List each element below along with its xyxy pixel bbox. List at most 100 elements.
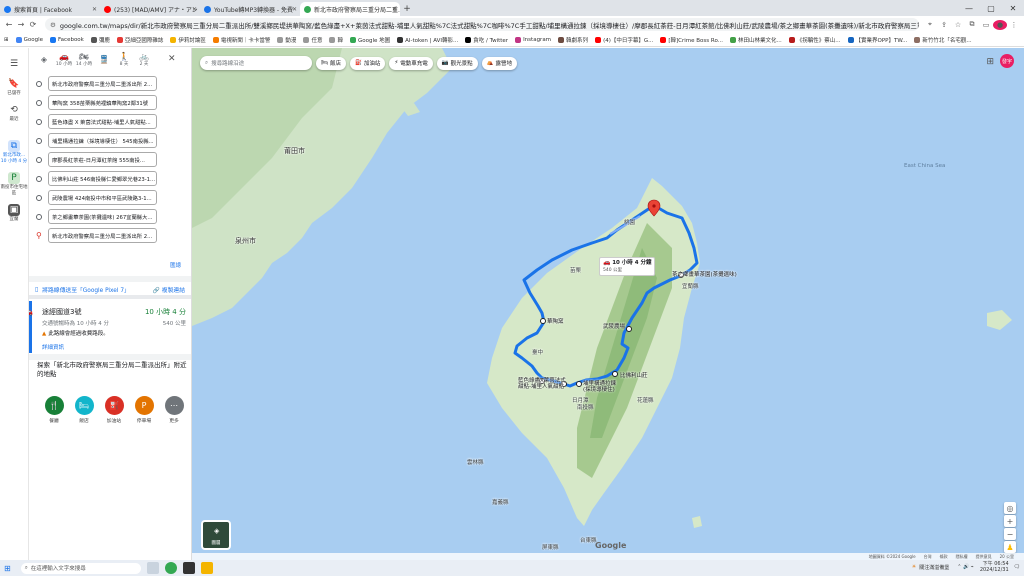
chrome-icon[interactable] — [164, 562, 177, 574]
bookmark[interactable]: 林田山林業文化... — [730, 36, 782, 44]
send-to-phone-link[interactable]: 將路線傳送至「Google Pixel 7」 — [42, 285, 130, 294]
chip-hotels[interactable]: 🛏 飯店 — [316, 56, 346, 70]
route-option[interactable]: 🚗 途經國道3號 10 小時 4 分 交通號暢時為 10 小時 4 分 540 公里… — [29, 301, 191, 353]
scale-label[interactable]: 20 公里 — [1000, 554, 1014, 560]
reload-icon[interactable]: ⟳ — [27, 20, 39, 29]
location-icon[interactable]: ⌖ — [923, 20, 937, 29]
chip-attractions[interactable]: 📷 觀光景點 — [436, 56, 478, 70]
add-stop-link[interactable]: 匯總 — [170, 261, 181, 269]
category-gas-stations[interactable]: ⛽ 加油站 — [99, 396, 129, 424]
back-icon[interactable]: ← — [3, 20, 15, 29]
bookmark-star-icon[interactable]: ☆ — [951, 21, 965, 29]
menu-kebab-icon[interactable]: ⋮ — [1007, 21, 1021, 29]
privacy-link[interactable]: 隱私權 — [956, 554, 968, 560]
bookmark[interactable]: 【實業界OPP】TW... — [847, 36, 907, 44]
rail-saved-button[interactable]: 🔖 已儲存 — [0, 78, 28, 96]
layers-button[interactable]: ◈ 圖層 — [201, 520, 231, 550]
waypoint-input[interactable]: 華陶窯 358苗栗縣苑裡鎮華陶窯2鄰31號 — [48, 95, 157, 110]
terms-link[interactable]: 條款 — [940, 554, 948, 560]
windows-start-icon[interactable]: ⊞ — [4, 564, 11, 573]
category-more[interactable]: ⋯ 更多 — [159, 396, 189, 424]
mode-motorcycle[interactable]: 🏍 14 小時 — [74, 52, 94, 67]
rail-recent-place[interactable]: ▣ 宜蘭 — [0, 204, 28, 222]
waypoint-input[interactable]: 摩郡長紅茶莊-日月潭紅茶館 555南投... — [48, 152, 157, 167]
route-details-link[interactable]: 詳細資訊 — [42, 343, 186, 351]
rail-recent-place[interactable]: P 南投市住宅地區 — [0, 172, 28, 196]
browser-tab-active[interactable]: 新北市政府警察局三重分局二重... ✕ — [300, 2, 400, 16]
close-directions-icon[interactable]: ✕ — [168, 54, 176, 64]
waypoint-input[interactable]: 武陵農場 424南投中市和平區武陵路3-1... — [48, 190, 157, 205]
category-hotels[interactable]: 🛏 飯店 — [69, 396, 99, 424]
bookmark[interactable]: 伊莉討論區 — [170, 36, 206, 44]
waypoint-input[interactable]: 新北市政府警察局三重分局二重派出所 2... — [48, 76, 157, 91]
bookmark[interactable]: [韓]Crime Boss Ro... — [660, 36, 723, 44]
bookmark[interactable]: 貪吃 / Twitter — [465, 36, 508, 44]
bookmark[interactable]: AI-token | AVI轉影... — [397, 36, 458, 44]
close-tab-icon[interactable]: ✕ — [392, 6, 397, 13]
bookmark-folder[interactable]: 韓 — [329, 36, 343, 44]
bookmark[interactable]: 韓劇系列 — [558, 36, 588, 44]
zoom-out-button[interactable]: − — [1004, 528, 1016, 540]
attribution-region[interactable]: 台灣 — [924, 554, 932, 560]
minimize-button[interactable]: — — [958, 0, 980, 16]
close-window-button[interactable]: ✕ — [1002, 0, 1024, 16]
copy-link-button[interactable]: 🔗 複製連結 — [153, 285, 185, 294]
chip-gas-stations[interactable]: ⛽ 加油站 — [350, 56, 386, 70]
url-bar[interactable]: ⚙ google.com.tw/maps/dir/新北市政府警察局三重分局二重派出… — [45, 18, 919, 31]
bookmark[interactable]: 電視新聞｜卡卡當警 — [212, 36, 270, 44]
account-avatar[interactable]: 發宇 — [1000, 54, 1014, 68]
rail-recent-button[interactable]: ⟲ 最近 — [0, 104, 28, 122]
mode-transit[interactable]: 🚆 — [94, 55, 114, 64]
bookmark[interactable]: Facebook — [50, 36, 84, 43]
close-tab-icon[interactable]: ✕ — [192, 6, 197, 13]
bookmark[interactable]: 新竹竹北「名宅觀... — [914, 36, 972, 44]
share-icon[interactable]: ⇪ — [937, 21, 951, 29]
clock[interactable]: 下午 06:54 2024/12/31 — [980, 561, 1009, 573]
bookmark-folder[interactable]: 任意 — [303, 36, 322, 44]
profile-avatar[interactable]: ● — [993, 19, 1007, 30]
pegman-button[interactable]: ♟ — [1004, 541, 1016, 553]
notification-icon[interactable]: 🗨 — [1014, 564, 1020, 570]
zoom-in-button[interactable]: + — [1004, 515, 1016, 527]
tray-icons[interactable]: ⌃ 🔊 ⌁ — [957, 564, 974, 570]
waypoint-input[interactable]: 比佛利山莊 546南投縣仁愛鄉翠光巷23-1... — [48, 171, 157, 186]
chip-campgrounds[interactable]: ⛺ 露營地 — [481, 56, 518, 70]
mode-walking[interactable]: 🚶 8 天 — [114, 52, 134, 67]
chip-ev-charging[interactable]: ⚡ 電動車充電 — [389, 56, 433, 70]
weather-text[interactable]: 關注滿溢備堡 — [919, 564, 949, 571]
browser-tab[interactable]: YouTube轉MP3轉換器 - 免費 ✕ — [200, 2, 300, 16]
my-location-button[interactable]: ◎ — [1004, 502, 1016, 514]
bookmark[interactable]: 彌鹿 — [90, 36, 110, 44]
bookmark[interactable]: Google — [15, 36, 43, 43]
search-along-route[interactable]: ⌕ 搜尋路線沿途 — [200, 56, 312, 70]
bookmark[interactable]: 亞細亞國際雜誌 — [116, 36, 163, 44]
browser-tab[interactable]: (253) [MAD/AMV] アナ・アン ✕ — [100, 2, 200, 16]
category-restaurants[interactable]: 🍴 餐廳 — [39, 396, 69, 424]
browser-tab[interactable]: 搜索首頁 | Facebook ✕ — [0, 2, 100, 16]
file-explorer-icon[interactable] — [200, 562, 213, 574]
rail-menu-button[interactable]: ☰ — [0, 58, 28, 70]
feedback-link[interactable]: 提供意見 — [976, 554, 992, 560]
bookmark[interactable]: 《拐騙性》蔡山... — [788, 36, 841, 44]
app-icon[interactable] — [182, 562, 195, 574]
waypoint-input[interactable]: 藍色綠盡 X 萊茵法式甜點-埔里人氣甜點... — [48, 114, 157, 129]
apps-grid-icon[interactable]: ⊞ — [4, 37, 9, 43]
destination-input[interactable]: 新北市政府警察局三重分局二重派出所 2... — [48, 228, 157, 243]
rail-active-route[interactable]: ⧉ 新北市政... 10 小時 4 分 — [0, 140, 28, 164]
bookmark[interactable]: Instagram — [515, 36, 551, 43]
category-parking[interactable]: P 停車場 — [129, 396, 159, 424]
task-view-icon[interactable] — [146, 562, 159, 574]
waypoint-input[interactable]: 茶之鄉畫華茶園(茶攤遺味) 267宜蘭縣大... — [48, 209, 157, 224]
google-apps-icon[interactable]: ⊞ — [986, 57, 994, 67]
map-canvas[interactable]: ⌕ 搜尋路線沿途 🛏 飯店 ⛽ 加油站 ⚡ 電動車充電 📷 觀光景點 ⛺ 露營地 ⊞ 發宇 … — [192, 48, 1024, 560]
close-tab-icon[interactable]: ✕ — [92, 6, 97, 13]
site-info-icon[interactable]: ⚙ — [50, 21, 56, 29]
close-tab-icon[interactable]: ✕ — [292, 6, 297, 13]
bookmark-folder[interactable]: 動漫 — [277, 36, 296, 44]
mode-best[interactable]: ◈ — [34, 55, 54, 64]
mode-driving[interactable]: 🚗 10 小時 — [54, 52, 74, 67]
taskbar-search[interactable]: ⌕ 在這裡輸入文字來搜尋 — [20, 562, 141, 574]
mode-cycling[interactable]: 🚲 2 天 — [134, 52, 154, 67]
bookmark[interactable]: Google 地圖 — [349, 36, 390, 44]
extensions-icon[interactable]: ⧉ — [965, 20, 979, 29]
